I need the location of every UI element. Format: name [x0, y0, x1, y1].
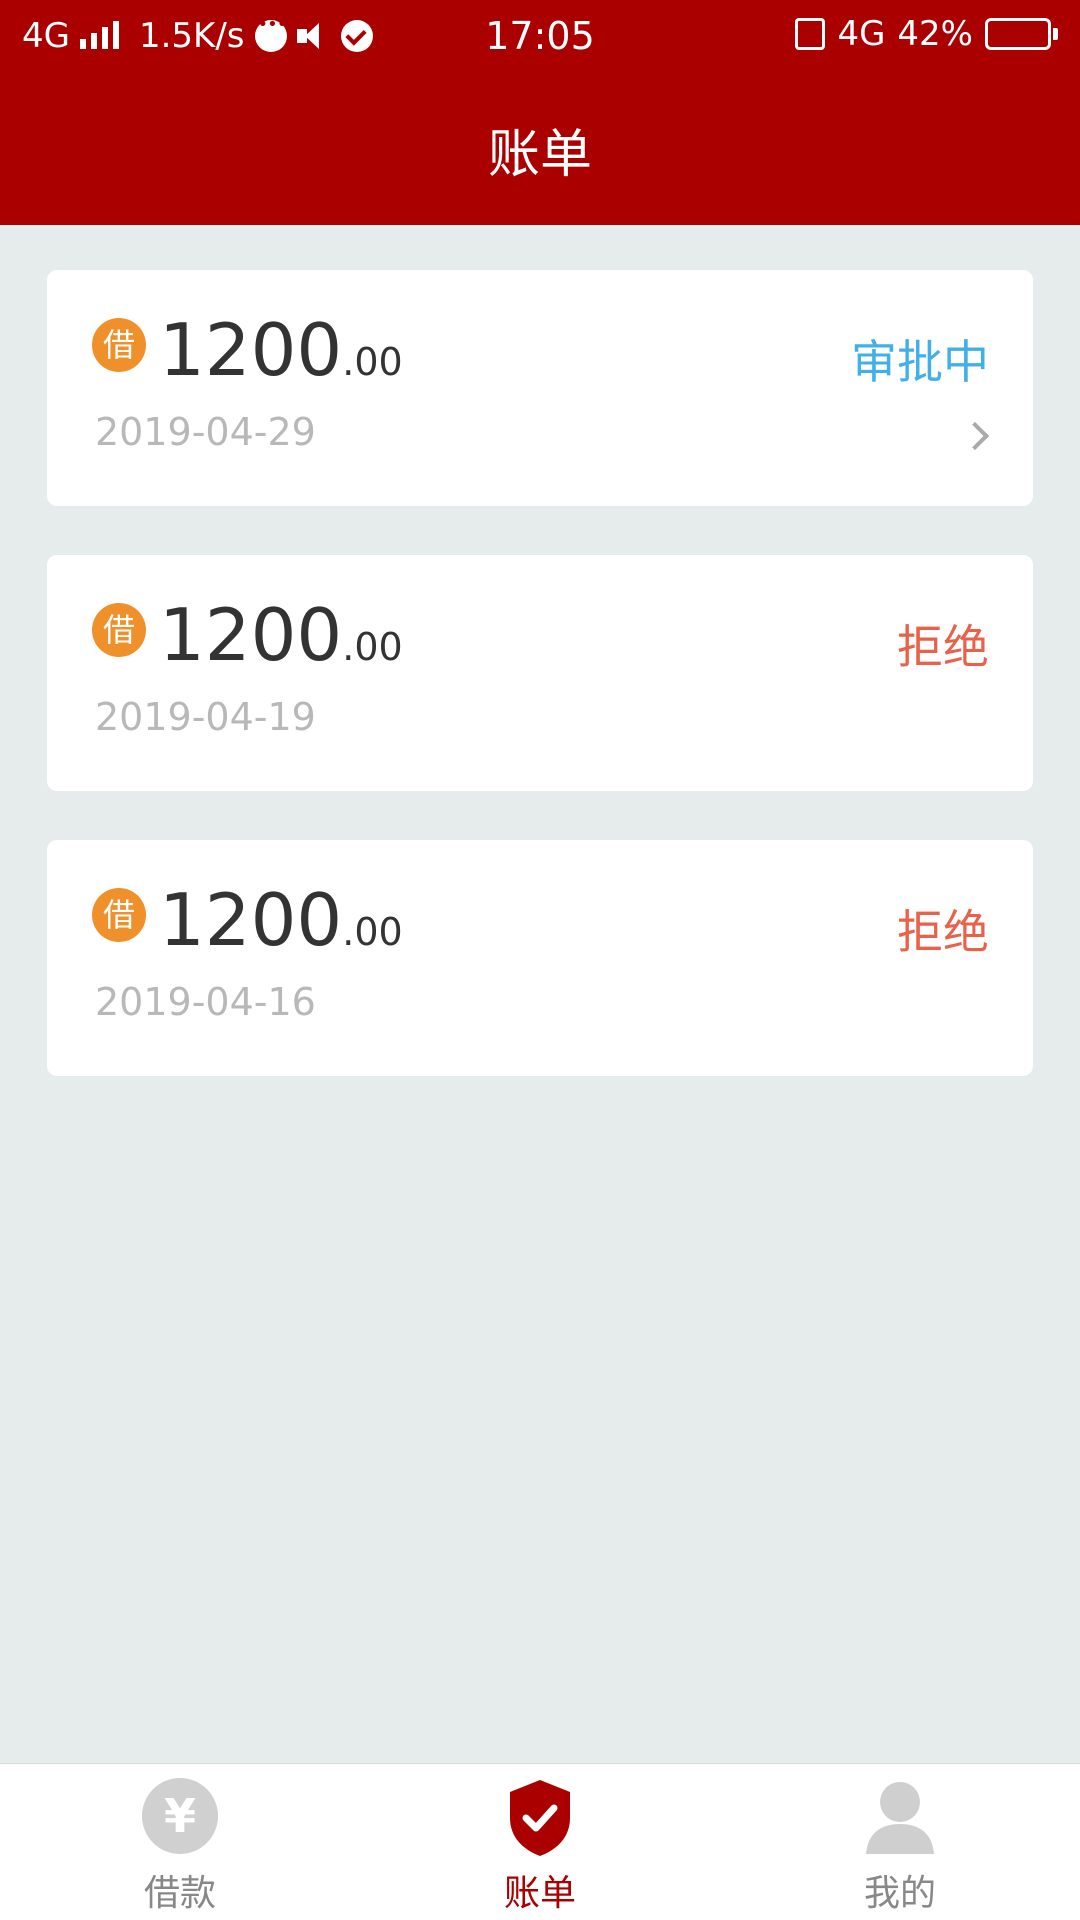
battery-percent: 42% — [897, 14, 973, 54]
bill-date: 2019-04-29 — [95, 410, 316, 454]
loan-badge-icon: 借 — [92, 888, 146, 942]
status-bar-right: 4G 42% — [795, 14, 1058, 54]
bottom-tab-bar: ¥ 借款 账单 我的 — [0, 1763, 1080, 1920]
tab-loan[interactable]: ¥ 借款 — [0, 1764, 360, 1920]
tab-label: 账单 — [503, 1873, 576, 1914]
tab-label: 我的 — [863, 1873, 936, 1914]
bill-amount: 1200.00 — [159, 308, 403, 392]
vibrate-icon — [795, 18, 826, 50]
app-header: 4G 1.5K/s 17:05 4G 42% 账单 — [0, 0, 1080, 225]
tab-label: 借款 — [143, 1873, 216, 1914]
loan-badge-icon: 借 — [92, 318, 146, 372]
tab-mine[interactable]: 我的 — [720, 1764, 1080, 1920]
chevron-right-icon[interactable] — [960, 421, 990, 451]
user-icon — [866, 1782, 934, 1854]
network-type-right: 4G — [837, 14, 886, 54]
bill-card[interactable]: 借 1200.00 2019-04-19 拒绝 — [47, 555, 1033, 791]
bill-card[interactable]: 借 1200.00 2019-04-16 拒绝 — [47, 840, 1033, 1076]
status-bar: 4G 1.5K/s 17:05 4G 42% — [0, 0, 1080, 72]
tab-bills[interactable]: 账单 — [360, 1764, 720, 1920]
bill-date: 2019-04-16 — [95, 980, 316, 1024]
bill-status: 拒绝 — [897, 620, 989, 674]
bill-status: 拒绝 — [897, 905, 989, 959]
bill-amount: 1200.00 — [159, 878, 403, 962]
bill-amount: 1200.00 — [159, 593, 403, 677]
bill-status: 审批中 — [851, 335, 989, 389]
loan-badge-icon: 借 — [92, 603, 146, 657]
page-title: 账单 — [487, 125, 592, 185]
battery-icon — [985, 18, 1058, 50]
bill-date: 2019-04-19 — [95, 695, 316, 739]
bill-list: 借 1200.00 2019-04-29 审批中 借 1200.00 2019-… — [47, 270, 1033, 1125]
yen-icon: ¥ — [142, 1778, 218, 1854]
bill-card[interactable]: 借 1200.00 2019-04-29 审批中 — [47, 270, 1033, 506]
shield-check-icon — [510, 1780, 570, 1856]
